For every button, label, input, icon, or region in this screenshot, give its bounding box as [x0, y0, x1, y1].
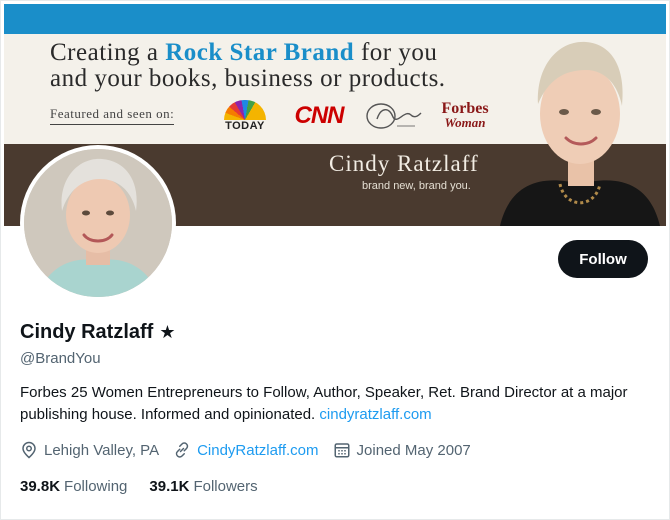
- banner-portrait-photo: [490, 34, 666, 226]
- website-item[interactable]: CindyRatzlaff.com: [173, 441, 319, 459]
- location-item: Lehigh Valley, PA: [20, 441, 159, 459]
- profile-page: Creating a Rock Star Brand for you and y…: [0, 0, 670, 520]
- profile-meta: Lehigh Valley, PA CindyRatzlaff.com Join…: [20, 441, 485, 459]
- bio-link[interactable]: cindyratzlaff.com: [319, 406, 431, 423]
- banner-subline: brand new, brand you.: [362, 180, 471, 192]
- tagline-post: for you: [354, 39, 438, 66]
- forbes-woman-logo: Forbes Woman: [436, 98, 494, 134]
- joined-item: Joined May 2007: [333, 441, 471, 459]
- followers-label: Followers: [193, 478, 258, 495]
- following-link[interactable]: 39.8K Following: [20, 478, 127, 495]
- follow-button[interactable]: Follow: [558, 240, 648, 278]
- followers-count: 39.1K: [149, 478, 190, 495]
- following-count: 39.8K: [20, 478, 61, 495]
- website-link[interactable]: CindyRatzlaff.com: [197, 442, 318, 459]
- tagline-pre: Creating a: [50, 39, 166, 66]
- tagline-accent: Rock Star Brand: [165, 39, 355, 66]
- today-rainbow-icon: [224, 100, 266, 120]
- display-name: Cindy Ratzlaff ★: [20, 321, 175, 344]
- forbes-logo-line2: Woman: [444, 115, 486, 130]
- user-handle: @BrandYou: [20, 350, 101, 367]
- joined-text: Joined May 2007: [356, 441, 471, 459]
- today-logo: TODAY: [220, 98, 270, 134]
- tagline-line2: and your books, business or products.: [50, 65, 446, 92]
- oprah-signature-icon: [366, 103, 422, 129]
- link-icon: [175, 442, 189, 458]
- map-pin-icon: [22, 441, 36, 459]
- location-text: Lehigh Valley, PA: [44, 441, 160, 459]
- featured-label: Featured and seen on:: [50, 106, 175, 125]
- avatar-photo: [24, 149, 172, 297]
- followers-link[interactable]: 39.1K Followers: [149, 478, 257, 495]
- forbes-logo-line1: Forbes: [441, 100, 489, 117]
- following-label: Following: [64, 478, 128, 495]
- oprah-logo: [362, 98, 424, 134]
- today-logo-text: TODAY: [225, 120, 265, 132]
- profile-stats: 39.8K Following 39.1K Followers: [20, 478, 280, 495]
- profile-avatar[interactable]: [20, 145, 176, 301]
- banner-tagline: Creating a Rock Star Brand for you and y…: [50, 40, 446, 92]
- calendar-icon: [334, 443, 350, 458]
- star-icon: ★: [159, 322, 176, 342]
- cnn-logo: CNN: [294, 102, 345, 129]
- avatar-portrait-icon: [24, 149, 172, 297]
- display-name-text: Cindy Ratzlaff: [20, 321, 154, 343]
- banner-name: Cindy Ratzlaff: [329, 151, 479, 176]
- profile-bio: Forbes 25 Women Entrepreneurs to Follow,…: [20, 382, 650, 426]
- banner-top-strip: [4, 4, 666, 34]
